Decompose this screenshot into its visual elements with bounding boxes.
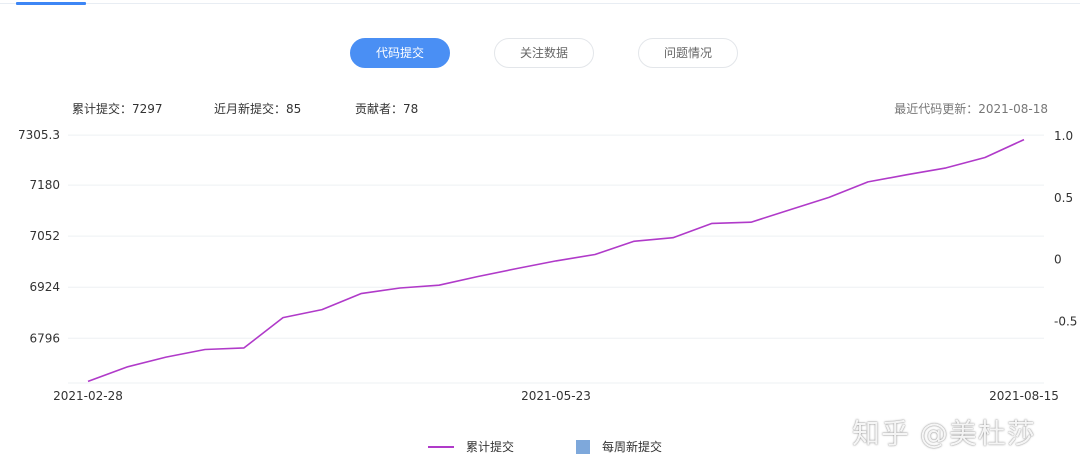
legend-bar-swatch (576, 439, 590, 454)
x-tick-label: 2021-08-15 (989, 389, 1059, 403)
y-tick-label: 6924 (29, 280, 60, 294)
x-tick-label: 2021-05-23 (521, 389, 591, 403)
data-point (202, 346, 208, 352)
legend-line-swatch (428, 445, 454, 448)
y-tick-label: 7052 (29, 229, 60, 243)
y2-tick-label: 0 (1054, 253, 1062, 267)
data-point (319, 307, 325, 313)
data-point (943, 165, 949, 171)
data-point (904, 172, 910, 178)
data-point (748, 219, 754, 225)
data-point (865, 179, 871, 185)
data-point (631, 238, 637, 244)
data-point (436, 282, 442, 288)
y-tick-label: 7180 (29, 178, 60, 192)
data-point (475, 273, 481, 279)
y2-tick-label: -0.5 (1054, 314, 1077, 328)
legend-label-weekly: 每周新提交 (602, 440, 663, 454)
data-point (787, 207, 793, 213)
data-point (124, 364, 130, 370)
legend-item-cumulative[interactable]: 累计提交 (428, 438, 514, 455)
data-point (709, 220, 715, 226)
y2-tick-label: 0.5 (1054, 191, 1073, 205)
data-point (85, 378, 91, 384)
y-tick-label: 6796 (29, 331, 60, 345)
legend-label-cumulative: 累计提交 (466, 440, 515, 454)
x-tick-label: 2021-02-28 (53, 389, 123, 403)
data-point (592, 252, 598, 258)
data-point (553, 258, 559, 264)
data-point (1021, 137, 1027, 143)
data-point (826, 194, 832, 200)
watermark: 知乎 @美杜莎 (852, 417, 1036, 450)
data-point (358, 291, 364, 297)
data-point (163, 354, 169, 360)
legend-item-weekly[interactable]: 每周新提交 (576, 438, 662, 455)
data-point (397, 285, 403, 291)
y-tick-label: 7305.3 (18, 128, 60, 142)
data-point (670, 235, 676, 241)
data-point (280, 315, 286, 321)
data-point (241, 345, 247, 351)
data-point (982, 155, 988, 161)
y2-tick-label: 1.0 (1054, 129, 1073, 143)
commit-line-chart: 7305.3 7180 7052 6924 6796 1.0 0.5 0 -0.5 2021-02… (18, 128, 1077, 403)
data-point (514, 265, 520, 271)
